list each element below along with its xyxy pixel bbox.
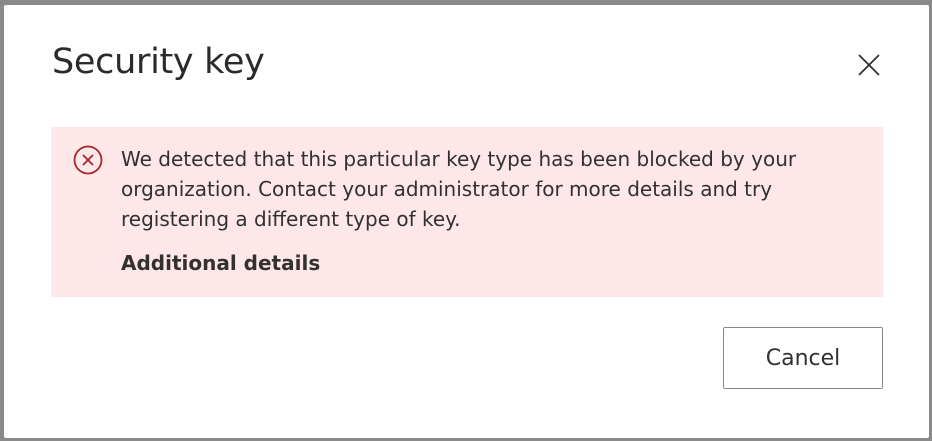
additional-details-link[interactable]: Additional details (121, 251, 320, 275)
close-icon (854, 50, 884, 80)
cancel-button[interactable]: Cancel (723, 327, 883, 389)
security-key-dialog: Security key We detected that this parti… (4, 5, 929, 438)
error-message: We detected that this particular key typ… (121, 147, 797, 231)
error-circle-icon (73, 145, 103, 175)
error-banner: We detected that this particular key typ… (51, 127, 883, 297)
dialog-title: Security key (52, 42, 265, 82)
close-button[interactable] (854, 50, 884, 80)
